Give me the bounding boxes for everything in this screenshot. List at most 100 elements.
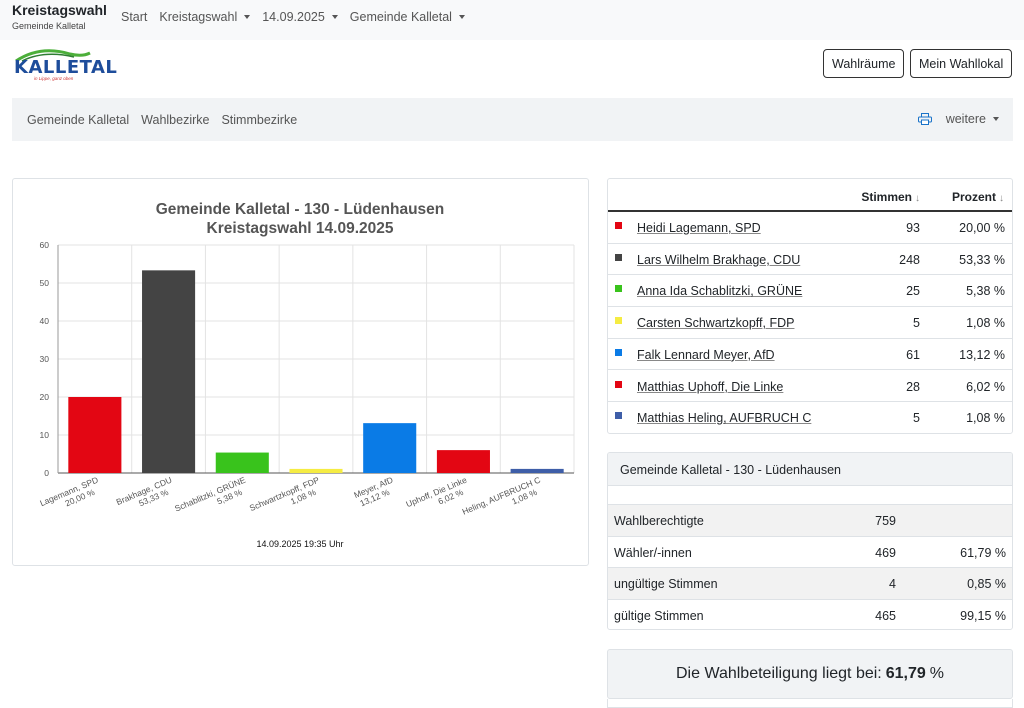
candidate-link[interactable]: Carsten Schwartzkopff, FDP xyxy=(637,316,794,330)
subnav-item-precincts[interactable]: Stimmbezirke xyxy=(221,113,297,127)
vote-percent: 13,12 % xyxy=(959,347,1005,362)
brand[interactable]: Kreistagswahl Gemeinde Kalletal xyxy=(12,2,107,32)
bar[interactable] xyxy=(436,450,490,473)
statistics-title: Gemeinde Kalletal - 130 - Lüdenhausen xyxy=(608,453,1012,486)
nav-area-dropdown[interactable]: Gemeinde Kalletal xyxy=(350,10,465,24)
stats-percent: 61,79 % xyxy=(960,545,1006,560)
vote-count: 93 xyxy=(906,221,920,235)
party-color-swatch xyxy=(615,412,622,420)
y-tick-label: 50 xyxy=(40,278,50,288)
stats-label: ungültige Stimmen xyxy=(614,577,718,591)
brand-title: Kreistagswahl xyxy=(12,2,107,18)
subnav-item-municipality[interactable]: Gemeinde Kalletal xyxy=(27,113,129,127)
vote-count: 5 xyxy=(913,411,920,426)
bar[interactable] xyxy=(215,452,269,473)
x-tick-label-group: Schablitzki, GRÜNE5,38 % xyxy=(173,475,247,514)
column-percent[interactable]: Prozent ↓ xyxy=(952,190,1004,204)
candidate-link[interactable]: Matthias Heling, AUFBRUCH C xyxy=(637,411,811,425)
kalletal-logo[interactable]: KALLETAL in Lippe, ganz oben xyxy=(14,48,117,82)
turnout-banner: Die Wahlbeteiligung liegt bei: 61,79 % xyxy=(607,649,1013,699)
caret-down-icon xyxy=(458,15,465,19)
y-tick-label: 20 xyxy=(40,392,50,402)
more-label: weitere xyxy=(945,112,986,126)
polling-rooms-button[interactable]: Wahlräume xyxy=(823,49,905,78)
chart-subtitle: Kreistagswahl 14.09.2025 xyxy=(207,220,394,237)
vote-count: 61 xyxy=(906,347,920,362)
y-tick-label: 0 xyxy=(44,468,49,478)
party-color-swatch xyxy=(615,285,622,293)
logo-text: KALLETAL xyxy=(14,57,118,78)
my-polling-station-button[interactable]: Mein Wahllokal xyxy=(910,49,1013,78)
table-header: Stimmen ↓ Prozent ↓ xyxy=(608,179,1012,212)
chart-card: Gemeinde Kalletal - 130 - Lüdenhausen Kr… xyxy=(12,178,589,566)
subnav-item-districts[interactable]: Wahlbezirke xyxy=(141,113,209,127)
bar[interactable] xyxy=(289,468,343,473)
stats-row: ungültige Stimmen 4 0,85 % xyxy=(608,567,1012,599)
stats-row: Wähler/-innen 469 61,79 % xyxy=(608,535,1012,568)
bar[interactable] xyxy=(142,270,196,473)
table-row: Heidi Lagemann, SPD 93 20,00 % xyxy=(608,212,1012,244)
stats-value: 469 xyxy=(875,545,896,560)
candidate-link[interactable]: Heidi Lagemann, SPD xyxy=(637,221,761,235)
bar[interactable] xyxy=(510,468,564,473)
stats-value: 4 xyxy=(889,577,896,591)
sort-down-icon: ↓ xyxy=(999,193,1004,204)
sort-down-icon: ↓ xyxy=(915,193,920,204)
party-color-swatch xyxy=(615,253,622,261)
turnout-value: 61,79 xyxy=(885,665,926,682)
caret-down-icon xyxy=(244,15,251,19)
table-row: Falk Lennard Meyer, AfD 61 13,12 % xyxy=(608,339,1012,371)
printer-icon[interactable] xyxy=(917,113,932,125)
bar[interactable] xyxy=(363,423,417,473)
top-navbar: Kreistagswahl Gemeinde Kalletal Start Kr… xyxy=(0,0,1024,40)
nav-date-label: 14.09.2025 xyxy=(262,10,325,24)
stats-label: gültige Stimmen xyxy=(614,608,704,623)
vote-count: 248 xyxy=(899,252,920,267)
candidate-link[interactable]: Anna Ida Schablitzki, GRÜNE xyxy=(637,284,802,298)
brand-subtitle: Gemeinde Kalletal xyxy=(12,21,86,31)
y-tick-label: 40 xyxy=(40,316,50,326)
vote-percent: 6,02 % xyxy=(966,379,1005,394)
turnout-unit: % xyxy=(929,665,945,682)
table-row: Lars Wilhelm Brakhage, CDU 248 53,33 % xyxy=(608,244,1012,276)
column-percent-label: Prozent xyxy=(951,190,996,204)
next-card-edge xyxy=(607,699,1013,708)
main-nav: Start Kreistagswahl 14.09.2025 Gemeinde … xyxy=(121,10,465,24)
nav-date-dropdown[interactable]: 14.09.2025 xyxy=(262,10,338,24)
vote-percent: 1,08 % xyxy=(966,316,1005,331)
y-tick-label: 30 xyxy=(40,354,50,364)
stats-row: gültige Stimmen 465 99,15 % xyxy=(608,598,1012,630)
subnav-right: weitere xyxy=(917,112,999,126)
party-color-swatch xyxy=(615,348,622,356)
y-tick-label: 60 xyxy=(40,240,50,250)
caret-down-icon xyxy=(331,15,338,19)
x-tick-label-group: Meyer, AfD13,12 % xyxy=(352,475,394,509)
logo-slogan: in Lippe, ganz oben xyxy=(34,76,74,81)
table-row: Carsten Schwartzkopff, FDP 5 1,08 % xyxy=(608,307,1012,339)
vote-count: 28 xyxy=(906,379,920,394)
candidate-link[interactable]: Lars Wilhelm Brakhage, CDU xyxy=(637,253,800,267)
party-color-swatch xyxy=(615,317,622,325)
table-row: Anna Ida Schablitzki, GRÜNE 25 5,38 % xyxy=(608,275,1012,308)
bar[interactable] xyxy=(68,397,122,473)
statistics-card: Gemeinde Kalletal - 130 - Lüdenhausen Wa… xyxy=(607,452,1013,630)
column-votes[interactable]: Stimmen ↓ xyxy=(861,190,920,204)
turnout-prefix: Die Wahlbeteiligung liegt bei: xyxy=(675,665,882,682)
x-tick-label-group: Brakhage, CDU53,33 % xyxy=(115,475,174,509)
stats-row: Wahlberechtigte 759 xyxy=(608,504,1012,536)
candidate-link[interactable]: Matthias Uphoff, Die Linke xyxy=(637,380,783,394)
vote-percent: 20,00 % xyxy=(959,221,1005,235)
sub-navbar: Gemeinde Kalletal Wahlbezirke Stimmbezir… xyxy=(12,98,1013,141)
column-votes-label: Stimmen xyxy=(861,190,912,204)
subnav-links: Gemeinde Kalletal Wahlbezirke Stimmbezir… xyxy=(27,113,297,127)
x-tick-label-group: Schwartzkopff, FDP1,08 % xyxy=(248,475,321,514)
candidate-link[interactable]: Falk Lennard Meyer, AfD xyxy=(637,348,775,362)
party-color-swatch xyxy=(615,380,622,388)
stats-label: Wähler/-innen xyxy=(614,545,692,560)
more-dropdown[interactable]: weitere xyxy=(946,112,999,126)
table-row: Matthias Heling, AUFBRUCH C 5 1,08 % xyxy=(608,402,1012,434)
chart-timestamp: 14.09.2025 19:35 Uhr xyxy=(256,539,343,549)
nav-election-dropdown[interactable]: Kreistagswahl xyxy=(159,10,251,24)
nav-start[interactable]: Start xyxy=(121,10,147,24)
chart-title: Gemeinde Kalletal - 130 - Lüdenhausen xyxy=(156,201,445,218)
